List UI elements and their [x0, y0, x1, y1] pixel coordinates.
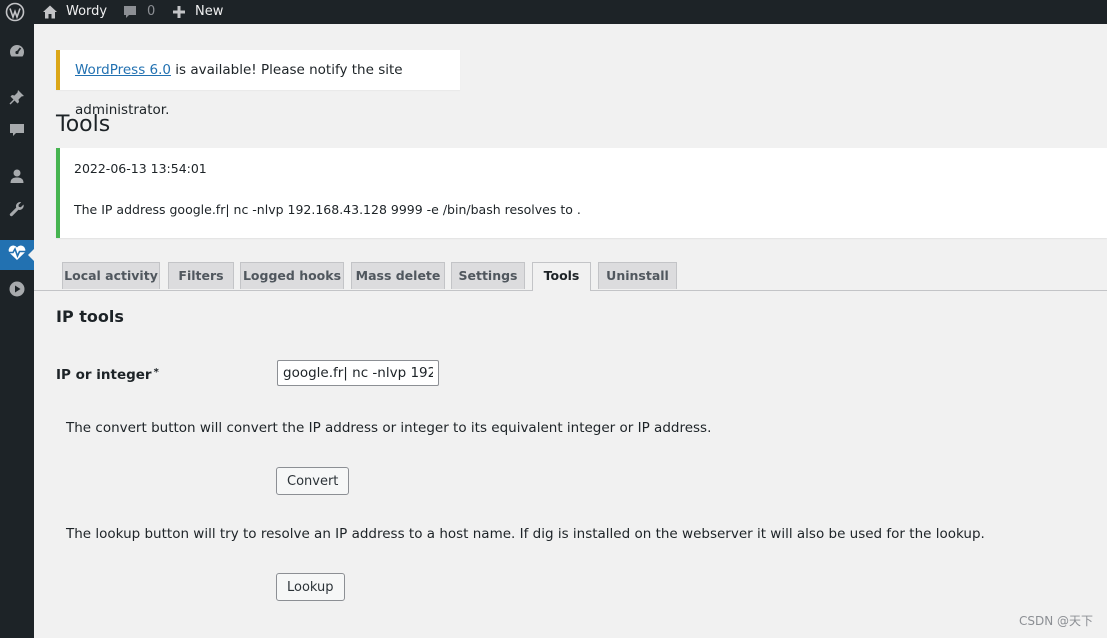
page-title: Tools — [56, 112, 111, 137]
lookup-description: The lookup button will try to resolve an… — [66, 526, 985, 542]
comments-count: 0 — [147, 4, 156, 19]
convert-button[interactable]: Convert — [276, 467, 350, 495]
wordpress-update-link[interactable]: WordPress 6.0 — [75, 62, 171, 78]
site-name-link[interactable]: Wordy — [42, 0, 107, 24]
ip-field-label-text: IP or integer — [56, 367, 152, 383]
update-nag-notice: WordPress 6.0 is available! Please notif… — [56, 50, 460, 118]
lookup-button[interactable]: Lookup — [276, 573, 345, 601]
ip-field-label: IP or integer * — [56, 367, 159, 383]
comments-menu-item[interactable] — [0, 117, 34, 147]
required-marker: * — [153, 367, 159, 378]
notice-timestamp: 2022-06-13 13:54:01 — [74, 161, 207, 176]
activity-log-menu-item[interactable] — [0, 240, 35, 270]
tools-menu-item[interactable] — [0, 196, 34, 226]
media-menu-item[interactable] — [0, 276, 34, 306]
users-menu-item[interactable] — [0, 163, 34, 193]
dashboard-menu-item[interactable] — [0, 38, 34, 68]
tab-tools[interactable]: Tools — [532, 262, 591, 291]
heartbeat-icon — [7, 244, 27, 266]
posts-menu-item[interactable] — [0, 84, 34, 114]
convert-description: The convert button will convert the IP a… — [66, 420, 712, 436]
pin-icon — [8, 88, 26, 110]
admin-bar: Wordy 0 New — [0, 0, 1107, 24]
new-label: New — [195, 4, 224, 19]
user-icon — [8, 167, 26, 189]
main-content: WordPress 6.0 is available! Please notif… — [34, 24, 1107, 638]
tab-filters[interactable]: Filters — [168, 262, 234, 289]
ip-tools-heading: IP tools — [56, 307, 124, 326]
tab-logged-hooks[interactable]: Logged hooks — [240, 262, 344, 289]
play-icon — [8, 280, 26, 302]
success-notice: 2022-06-13 13:54:01 The IP address googl… — [56, 148, 1107, 238]
tab-mass-delete[interactable]: Mass delete — [351, 262, 445, 289]
site-name: Wordy — [66, 4, 108, 19]
ip-or-integer-input[interactable] — [277, 360, 439, 386]
wordpress-logo-icon[interactable] — [5, 0, 25, 24]
watermark: CSDN @天下 — [1018, 614, 1093, 628]
tab-settings[interactable]: Settings — [451, 262, 525, 289]
notice-message: The IP address google.fr| nc -nlvp 192.1… — [74, 202, 581, 217]
nav-tab-wrapper: Local activity Filters Logged hooks Mass… — [34, 262, 1107, 291]
comments-link[interactable]: 0 — [122, 0, 155, 24]
dashboard-icon — [8, 42, 26, 64]
comment-icon — [122, 4, 138, 20]
new-content-link[interactable]: New — [172, 0, 223, 24]
plus-icon — [172, 5, 186, 19]
tab-uninstall[interactable]: Uninstall — [598, 262, 677, 289]
wrench-icon — [8, 200, 26, 222]
home-icon — [42, 4, 58, 20]
admin-side-menu — [0, 24, 35, 638]
comment-icon — [8, 121, 26, 143]
tab-local-activity[interactable]: Local activity — [62, 262, 160, 289]
